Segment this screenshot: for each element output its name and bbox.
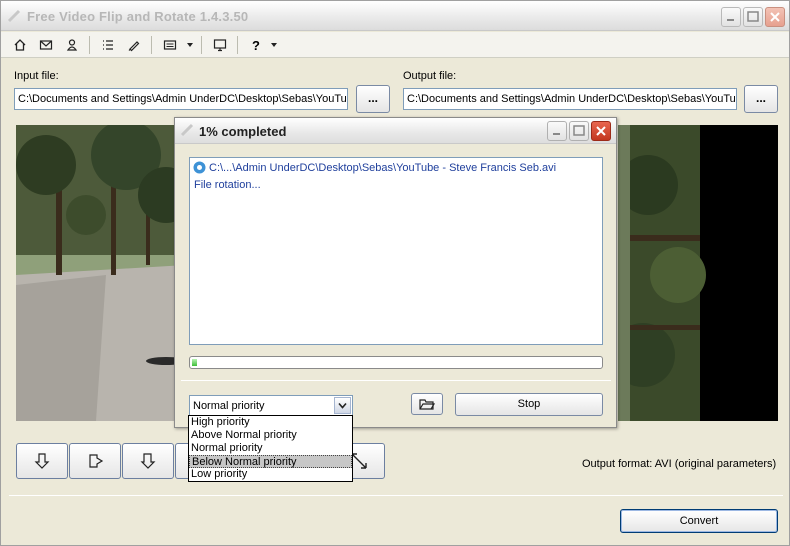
- log-box: C:\...\Admin UnderDC\Desktop\Sebas\YouTu…: [189, 157, 603, 345]
- stop-button[interactable]: Stop: [455, 393, 603, 416]
- minimize-button[interactable]: [721, 7, 741, 27]
- dialog-title: 1% completed: [199, 124, 287, 139]
- priority-dropdown-list: High priority Above Normal priority Norm…: [188, 415, 353, 482]
- toolbar-separator: [151, 36, 152, 54]
- log-line-file: C:\...\Admin UnderDC\Desktop\Sebas\YouTu…: [209, 162, 557, 174]
- monitor-icon[interactable]: [211, 36, 229, 54]
- home-icon[interactable]: [11, 36, 29, 54]
- priority-selected-value: Normal priority: [193, 400, 265, 412]
- title-bar[interactable]: Free Video Flip and Rotate 1.4.3.50: [1, 1, 789, 31]
- list-icon[interactable]: [99, 36, 117, 54]
- convert-button[interactable]: Convert: [620, 509, 778, 533]
- help-icon[interactable]: ?: [247, 36, 265, 54]
- rotate-left-button[interactable]: [122, 443, 174, 479]
- output-file-field[interactable]: C:\Documents and Settings\Admin UnderDC\…: [403, 88, 737, 110]
- priority-option-high[interactable]: High priority: [189, 416, 352, 429]
- window-title: Free Video Flip and Rotate 1.4.3.50: [27, 9, 249, 24]
- priority-option-below-normal[interactable]: Below Normal priority: [189, 455, 352, 468]
- dialog-separator: [181, 380, 611, 381]
- dialog-maximize-button[interactable]: [569, 121, 589, 141]
- toolbar-separator: [237, 36, 238, 54]
- output-format-text: Output format: AVI (original parameters): [582, 458, 777, 470]
- brush-icon[interactable]: [125, 36, 143, 54]
- chevron-down-icon[interactable]: [265, 36, 283, 54]
- dialog-minimize-button[interactable]: [547, 121, 567, 141]
- video-file-icon: [193, 161, 206, 177]
- output-browse-button[interactable]: ...: [744, 85, 778, 113]
- toolbar: ?: [1, 32, 789, 58]
- mail-icon[interactable]: [37, 36, 55, 54]
- rotate-right-button[interactable]: [69, 443, 121, 479]
- input-file-label: Input file:: [14, 70, 59, 82]
- output-file-label: Output file:: [403, 70, 457, 82]
- priority-option-above-normal[interactable]: Above Normal priority: [189, 429, 352, 442]
- log-line-status: File rotation...: [194, 179, 261, 191]
- input-file-field[interactable]: C:\Documents and Settings\Admin UnderDC\…: [14, 88, 348, 110]
- input-video-preview: [16, 125, 186, 421]
- dialog-title-bar[interactable]: 1% completed: [175, 118, 616, 144]
- close-button[interactable]: [765, 7, 785, 27]
- separator: [9, 495, 783, 496]
- priority-option-normal[interactable]: Normal priority: [189, 442, 352, 455]
- dialog-app-icon: [180, 123, 194, 140]
- toolbar-separator: [89, 36, 90, 54]
- progress-bar: [189, 356, 603, 369]
- progress-dialog: 1% completed C:\...\Admin UnderDC\Deskto…: [174, 117, 617, 428]
- priority-select[interactable]: Normal priority: [189, 395, 353, 416]
- progress-fill: [192, 359, 197, 366]
- output-video-preview: [618, 125, 778, 421]
- dialog-close-button[interactable]: [591, 121, 611, 141]
- maximize-button[interactable]: [743, 7, 763, 27]
- toolbar-separator: [201, 36, 202, 54]
- app-icon: [7, 9, 21, 23]
- priority-option-low[interactable]: Low priority: [189, 468, 352, 481]
- rotate-down-button[interactable]: [16, 443, 68, 479]
- chevron-down-icon[interactable]: [334, 397, 351, 414]
- open-folder-button[interactable]: [411, 393, 443, 415]
- input-browse-button[interactable]: ...: [356, 85, 390, 113]
- menu-icon[interactable]: [161, 36, 179, 54]
- user-icon[interactable]: [63, 36, 81, 54]
- chevron-down-icon[interactable]: [181, 36, 199, 54]
